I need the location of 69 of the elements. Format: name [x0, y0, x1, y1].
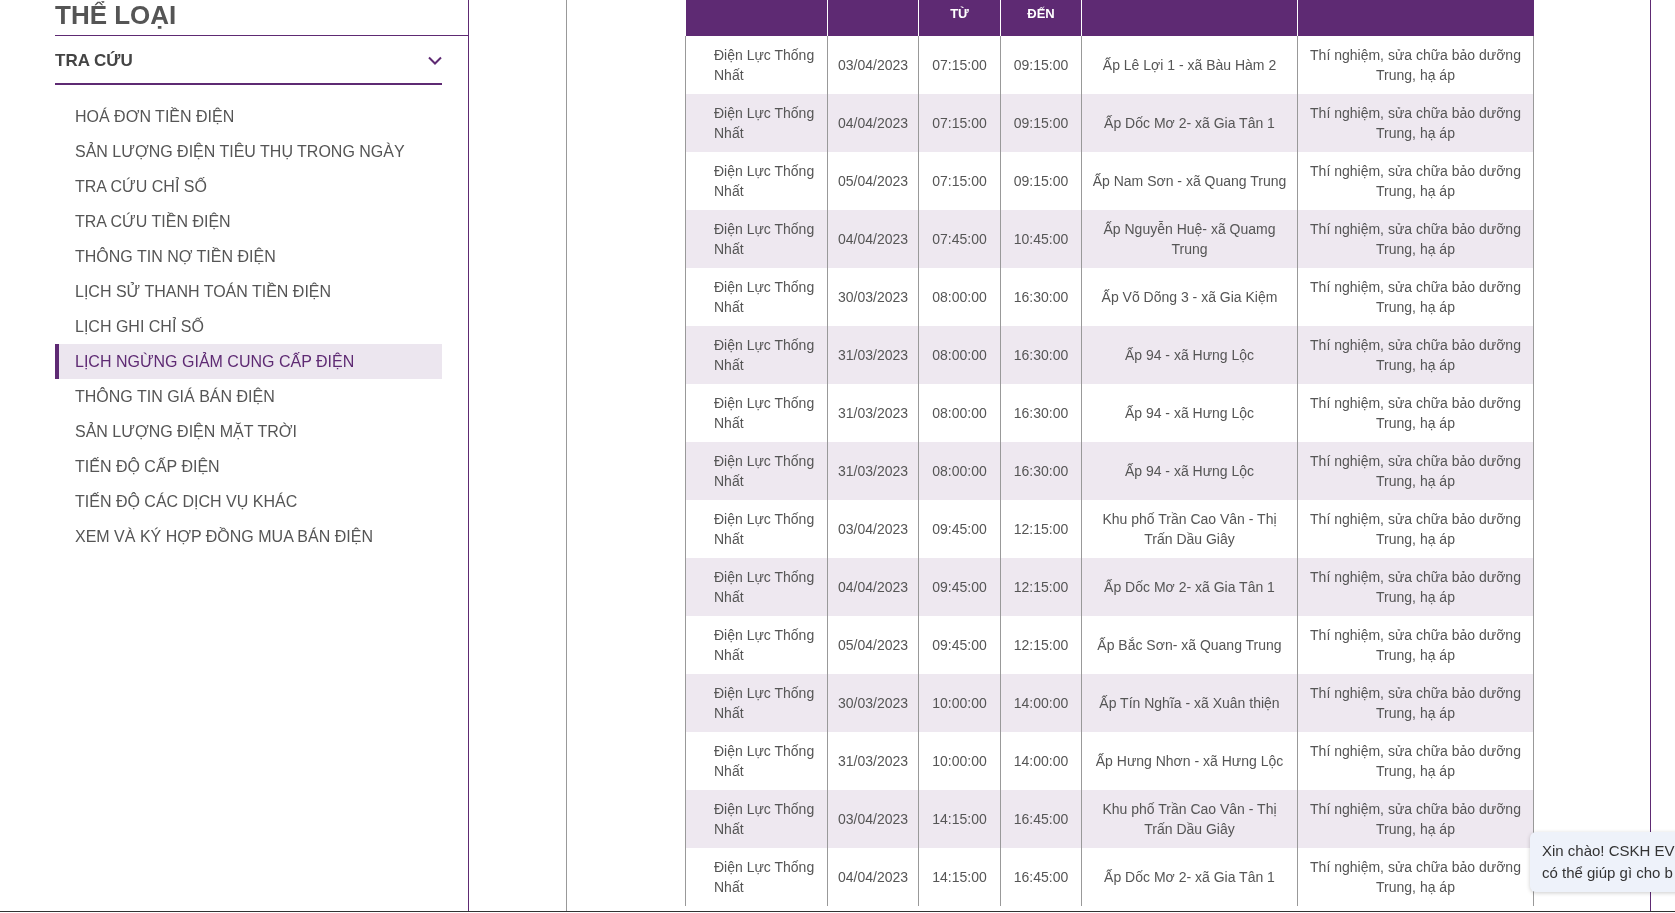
table-cell: Điện Lực Thống Nhất: [685, 210, 828, 268]
table-cell: 31/03/2023: [827, 326, 919, 384]
table-cell: 08:00:00: [918, 442, 1001, 500]
table-cell: Ấp Tín Nghĩa - xã Xuân thiện: [1081, 674, 1298, 732]
sidebar-item[interactable]: SẢN LƯỢNG ĐIỆN MẶT TRỜI: [55, 414, 442, 449]
table-cell: Thí nghiệm, sửa chữa bảo dưỡng Trung, hạ áp: [1297, 558, 1534, 616]
table-cell: 04/04/2023: [827, 94, 919, 152]
section-header[interactable]: TRA CỨU: [55, 36, 442, 85]
chat-bubble[interactable]: Xin chào! CSKH EV có thể giúp gì cho b: [1530, 832, 1675, 892]
table-cell: 09:45:00: [918, 558, 1001, 616]
sidebar-item[interactable]: TIẾN ĐỘ CẤP ĐIỆN: [55, 449, 442, 484]
table-cell: Ấp 94 - xã Hưng Lộc: [1081, 442, 1298, 500]
table-cell: Ấp Nguyễn Huệ- xã Quamg Trung: [1081, 210, 1298, 268]
sidebar-item[interactable]: LỊCH NGỪNG GIẢM CUNG CẤP ĐIỆN: [55, 344, 442, 379]
table-cell: Ấp 94 - xã Hưng Lộc: [1081, 326, 1298, 384]
chat-message-line: Xin chào! CSKH EV: [1542, 841, 1675, 861]
column-header: ĐẾN: [1000, 0, 1082, 36]
table-cell: 16:45:00: [1000, 790, 1082, 848]
sidebar-item[interactable]: HOÁ ĐƠN TIỀN ĐIỆN: [55, 99, 442, 134]
table-cell: 07:45:00: [918, 210, 1001, 268]
table-cell: Thí nghiệm, sửa chữa bảo dưỡng Trung, hạ áp: [1297, 94, 1534, 152]
table-cell: 07:15:00: [918, 94, 1001, 152]
section-title: TRA CỨU: [55, 49, 133, 72]
sidebar-item[interactable]: TRA CỨU TIỀN ĐIỆN: [55, 204, 442, 239]
table-cell: Điện Lực Thống Nhất: [685, 848, 828, 906]
table-cell: Thí nghiệm, sửa chữa bảo dưỡng Trung, hạ áp: [1297, 210, 1534, 268]
table-cell: Điện Lực Thống Nhất: [685, 674, 828, 732]
sidebar-item[interactable]: LỊCH GHI CHỈ SỐ: [55, 309, 442, 344]
table-cell: Khu phố Trần Cao Vân - Thị Trấn Dầu Giây: [1081, 790, 1298, 848]
table-cell: 16:30:00: [1000, 326, 1082, 384]
table-cell: Thí nghiệm, sửa chữa bảo dưỡng Trung, hạ áp: [1297, 442, 1534, 500]
chat-message-line: có thể giúp gì cho b: [1542, 863, 1674, 883]
table-cell: 08:00:00: [918, 326, 1001, 384]
chevron-down-icon[interactable]: [428, 56, 442, 65]
table-cell: 04/04/2023: [827, 558, 919, 616]
table-cell: 16:45:00: [1000, 848, 1082, 906]
table-cell: 10:45:00: [1000, 210, 1082, 268]
sidebar-item[interactable]: SẢN LƯỢNG ĐIỆN TIÊU THỤ TRONG NGÀY: [55, 134, 442, 169]
table-cell: Thí nghiệm, sửa chữa bảo dưỡng Trung, hạ áp: [1297, 790, 1534, 848]
table-cell: Điện Lực Thống Nhất: [685, 790, 828, 848]
table-cell: Điện Lực Thống Nhất: [685, 442, 828, 500]
table-cell: 09:15:00: [1000, 94, 1082, 152]
table-cell: 14:15:00: [918, 848, 1001, 906]
sidebar-item[interactable]: TIẾN ĐỘ CÁC DỊCH VỤ KHÁC: [55, 484, 442, 519]
sidebar-item[interactable]: XEM VÀ KÝ HỢP ĐỒNG MUA BÁN ĐIỆN: [55, 519, 442, 554]
table-cell: 03/04/2023: [827, 790, 919, 848]
table-cell: 14:15:00: [918, 790, 1001, 848]
sidebar-item[interactable]: THÔNG TIN NỢ TIỀN ĐIỆN: [55, 239, 442, 274]
sidebar-heading: THỂ LOẠI: [55, 0, 468, 36]
table-cell: Ấp Dốc Mơ 2- xã Gia Tân 1: [1081, 94, 1298, 152]
table-cell: Điện Lực Thống Nhất: [685, 558, 828, 616]
sidebar-item[interactable]: THÔNG TIN GIÁ BÁN ĐIỆN: [55, 379, 442, 414]
table-cell: Thí nghiệm, sửa chữa bảo dưỡng Trung, hạ áp: [1297, 674, 1534, 732]
table-cell: 16:30:00: [1000, 442, 1082, 500]
table-cell: Điện Lực Thống Nhất: [685, 326, 828, 384]
table-cell: 12:15:00: [1000, 558, 1082, 616]
table-cell: 14:00:00: [1000, 674, 1082, 732]
table-cell: 04/04/2023: [827, 210, 919, 268]
table-cell: Ấp Dốc Mơ 2- xã Gia Tân 1: [1081, 848, 1298, 906]
sidebar-item[interactable]: LỊCH SỬ THANH TOÁN TIỀN ĐIỆN: [55, 274, 442, 309]
table-cell: 31/03/2023: [827, 442, 919, 500]
table-cell: Điện Lực Thống Nhất: [685, 94, 828, 152]
table-cell: 04/04/2023: [827, 848, 919, 906]
table-cell: 30/03/2023: [827, 674, 919, 732]
sidebar-item[interactable]: TRA CỨU CHỈ SỐ: [55, 169, 442, 204]
table-cell: Thí nghiệm, sửa chữa bảo dưỡng Trung, hạ áp: [1297, 326, 1534, 384]
column-header: TỪ: [918, 0, 1001, 36]
table-cell: Ấp Dốc Mơ 2- xã Gia Tân 1: [1081, 558, 1298, 616]
table-cell: 10:00:00: [918, 674, 1001, 732]
